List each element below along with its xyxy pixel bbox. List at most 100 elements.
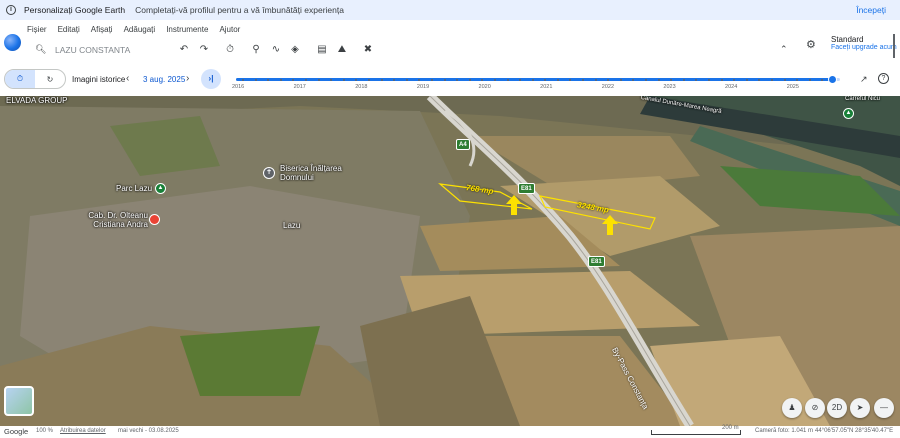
menu-file[interactable]: Fișier [27, 25, 47, 34]
panel-edge [893, 34, 895, 58]
share-icon[interactable]: ✖ [361, 43, 375, 57]
timeline-tick [380, 78, 383, 81]
road-shield-a4: A4 [456, 139, 470, 150]
timeline-tick [468, 78, 471, 81]
compass-reset-icon[interactable]: ↗ [860, 74, 868, 85]
menu-help[interactable]: Ajutor [219, 25, 240, 34]
layers-icon[interactable]: ◈ [288, 43, 302, 57]
road-shield-e81: E81 [588, 256, 605, 267]
timeline-tick [808, 78, 811, 81]
menu-bar: Fișier Editați Afișați Adăugați Instrume… [0, 20, 900, 51]
menu-tools[interactable]: Instrumente [166, 25, 208, 34]
timeline-year-label[interactable]: 2018 [355, 84, 367, 90]
attribution-link[interactable]: Atribuirea datelor [60, 428, 106, 434]
imagery-mode-toggle: ⏱︎ ↻ [4, 69, 66, 89]
timeline-tick [796, 78, 799, 81]
chevron-left-icon[interactable]: ‹ [126, 73, 129, 84]
timeline-tick [493, 78, 496, 81]
menu-add[interactable]: Adăugați [124, 25, 156, 34]
toggle-2d-button[interactable]: 2D [827, 398, 847, 418]
rotate-off-icon[interactable]: ⊘ [805, 398, 825, 418]
timeline-tick [720, 78, 723, 81]
map-label-parc[interactable]: Parc Lazu [116, 184, 152, 193]
timeline-tick [267, 78, 270, 81]
google-earth-logo[interactable] [4, 34, 21, 51]
timeline-year-label[interactable]: 2025 [787, 84, 799, 90]
timeline-year-label[interactable]: 2021 [540, 84, 552, 90]
timeline-tick [443, 78, 446, 81]
timeline-tick [506, 78, 509, 81]
timeline-year-label[interactable]: 2020 [479, 84, 491, 90]
map-style-thumbnail[interactable] [4, 386, 34, 416]
zoom-out-icon[interactable]: — [874, 398, 894, 418]
google-wordmark: Google [4, 427, 29, 436]
menu-view[interactable]: Afișați [91, 25, 113, 34]
help-icon[interactable]: ? [878, 73, 889, 84]
banner-title: Personalizați Google Earth [24, 5, 126, 15]
main-menu: Fișier Editați Afișați Adăugați Instrume… [27, 25, 240, 34]
zoom-level: 100 % [36, 428, 54, 434]
timeline-tick [645, 78, 648, 81]
timeline-year-label[interactable]: 2024 [725, 84, 737, 90]
timeline-tick [519, 78, 522, 81]
history-mode-button[interactable]: ⏱︎ [5, 70, 35, 88]
search-box[interactable]: 🔍︎ LAZU CONSTANTA [27, 39, 169, 60]
gear-icon[interactable]: ⚙︎ [806, 38, 816, 51]
image-icon[interactable]: ⛰ [335, 43, 349, 57]
menu-edit[interactable]: Editați [58, 25, 80, 34]
latest-imagery-button[interactable]: ›| [201, 69, 221, 89]
place-icon[interactable]: ⚲ [249, 43, 263, 57]
upgrade-link[interactable]: Faceți upgrade acum [831, 44, 897, 51]
camera-altitude: Cameră foto: 1.041 m [755, 428, 814, 434]
timeline-tick [242, 78, 244, 81]
map-label-lazu[interactable]: Lazu [283, 221, 300, 230]
history-label: Imagini istorice [72, 75, 126, 84]
compass-icon[interactable]: ➤ [850, 398, 870, 418]
arrow-up-icon [506, 195, 522, 215]
map-label-biserica[interactable]: Biserica Înălțarea Domnului [280, 164, 350, 182]
timeline-tick [733, 78, 736, 81]
map-label-topright[interactable]: Carreful Nicu [845, 96, 880, 102]
map-label-elvada[interactable]: ELVADA GROUP [6, 96, 68, 105]
timeline-tick [330, 78, 333, 81]
timeline-year-label[interactable]: 2017 [294, 84, 306, 90]
timeline-fill [236, 78, 833, 81]
medical-pin-icon[interactable] [149, 214, 160, 225]
banner-subtitle: Completați-vă profilul pentru a vă îmbun… [135, 5, 344, 15]
timeline-tick [531, 78, 534, 81]
search-input[interactable]: LAZU CONSTANTA [55, 45, 130, 55]
arrow-up-icon [602, 215, 618, 235]
banner-start-link[interactable]: Începeți [856, 5, 886, 15]
map-label-cabinet[interactable]: Cab. Dr. Olteanu Cristiana Andra [88, 211, 148, 229]
history-timeline[interactable] [236, 75, 840, 84]
measure-icon[interactable]: ▤ [315, 43, 329, 57]
timeline-year-label[interactable]: 2023 [663, 84, 675, 90]
timeline-year-label[interactable]: 2022 [602, 84, 614, 90]
map-view[interactable]: ELVADA GROUP Canalul Dunăre-Marea Neagră… [0, 96, 900, 426]
current-mode-button[interactable]: ↻ [35, 70, 65, 88]
timeline-tick [708, 78, 711, 81]
timeline-year-label[interactable]: 2019 [417, 84, 429, 90]
timeline-tick [367, 78, 370, 81]
path-icon[interactable]: ∿ [269, 43, 283, 57]
park-pin-icon[interactable]: ▲ [843, 108, 854, 119]
timeline-year-label[interactable]: 2016 [232, 84, 244, 90]
imagery-date[interactable]: 3 aug. 2025 [143, 75, 185, 84]
chevron-right-icon[interactable]: › [186, 73, 189, 84]
timeline-thumb[interactable] [827, 75, 837, 84]
timeline-tick [317, 78, 320, 81]
timeline-tick [304, 78, 307, 81]
timeline-tick [670, 78, 673, 81]
park-pin-icon[interactable]: ▲ [155, 183, 166, 194]
timeline-tick [556, 78, 559, 81]
redo-icon[interactable]: ↷ [197, 43, 211, 57]
collapse-icon[interactable]: ⌃ [780, 44, 788, 55]
pegman-icon[interactable]: ♟ [782, 398, 802, 418]
profile-banner: i Personalizați Google Earth Completați-… [0, 0, 900, 20]
church-pin-icon[interactable]: ✝ [263, 167, 275, 179]
undo-icon[interactable]: ↶ [177, 43, 191, 57]
history-icon[interactable]: ⏱︎ [223, 43, 237, 57]
timeline-tick [405, 78, 408, 81]
timeline-tick [619, 78, 622, 81]
timeline-tick [783, 78, 786, 81]
